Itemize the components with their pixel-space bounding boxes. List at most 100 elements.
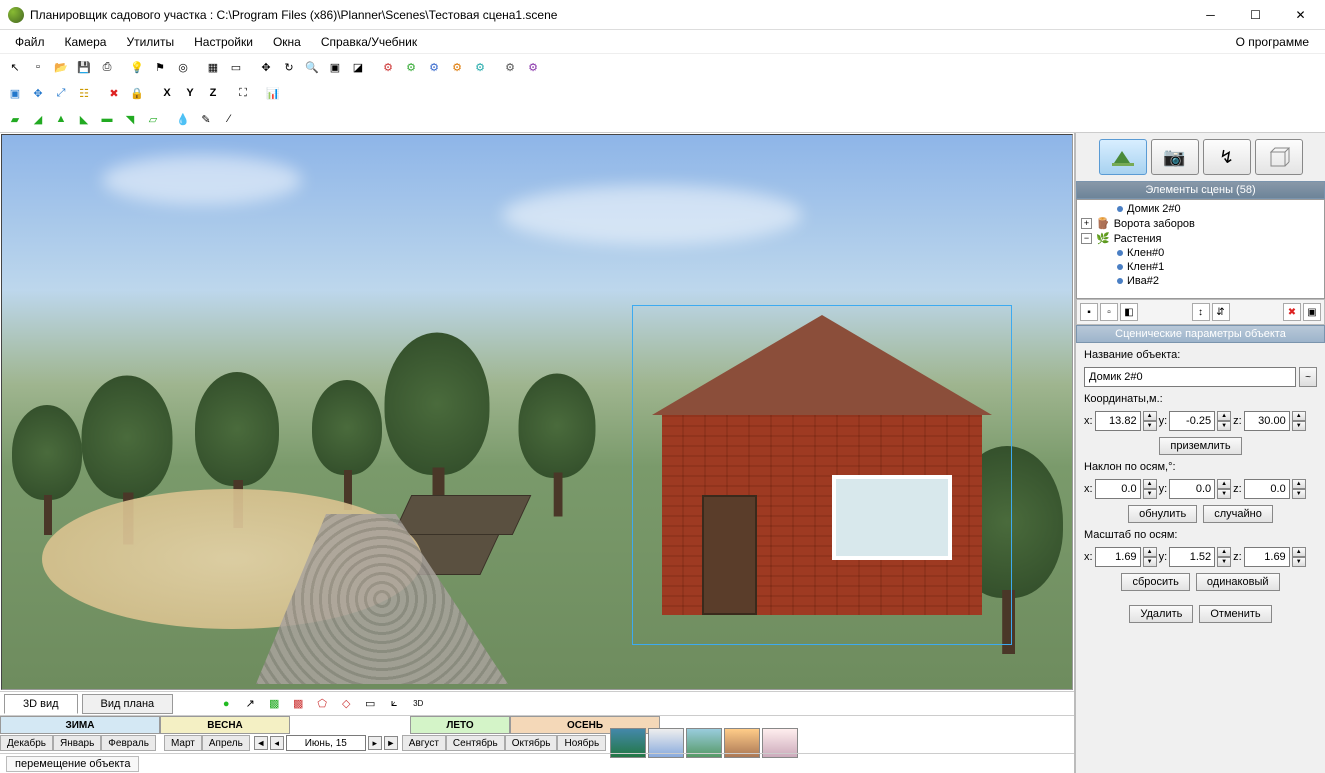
zero-button[interactable]: обнулить: [1128, 505, 1197, 523]
tree-item-willow2[interactable]: Ива#2: [1079, 274, 1322, 288]
thumb2-icon[interactable]: ▩: [287, 693, 309, 715]
tree-item-house[interactable]: Домик 2#0: [1079, 202, 1322, 216]
resize-icon[interactable]: ⤢: [50, 82, 72, 104]
mode-camera-button[interactable]: 📷: [1151, 139, 1199, 175]
delete-icon[interactable]: ✖: [103, 82, 125, 104]
season-spring[interactable]: ВЕСНА: [160, 716, 290, 734]
shape2-icon[interactable]: ▭: [359, 693, 381, 715]
tilt-z-input[interactable]: [1244, 479, 1290, 499]
tilt-x-dn[interactable]: ▼: [1143, 489, 1157, 499]
save-icon[interactable]: 💾: [73, 56, 95, 78]
scale-x-input[interactable]: [1095, 547, 1141, 567]
open-icon[interactable]: 📂: [50, 56, 72, 78]
scale-z-input[interactable]: [1244, 547, 1290, 567]
zoom-icon[interactable]: 🔍: [301, 56, 323, 78]
coord-z-input[interactable]: [1244, 411, 1290, 431]
menu-settings[interactable]: Настройки: [185, 32, 262, 52]
month-prev-fast-button[interactable]: ◂: [270, 736, 284, 750]
toggle-icon[interactable]: ◪: [347, 56, 369, 78]
delete-button[interactable]: Удалить: [1129, 605, 1193, 623]
gear-red-icon[interactable]: ⚙: [377, 56, 399, 78]
random-button[interactable]: случайно: [1203, 505, 1273, 523]
water-icon[interactable]: 💧: [172, 108, 194, 130]
viewport-3d[interactable]: [1, 134, 1073, 690]
month-apr[interactable]: Апрель: [202, 735, 250, 751]
object-name-input[interactable]: [1084, 367, 1296, 387]
coord-z-dn[interactable]: ▼: [1292, 421, 1306, 431]
gear-purple-icon[interactable]: ⚙: [522, 56, 544, 78]
tilt-z-dn[interactable]: ▼: [1292, 489, 1306, 499]
month-jan[interactable]: Январь: [53, 735, 101, 751]
terrain3-icon[interactable]: ▲: [50, 108, 72, 130]
tilt-y-dn[interactable]: ▼: [1217, 489, 1231, 499]
month-next-fast-button[interactable]: ▸: [368, 736, 382, 750]
minimize-button[interactable]: ─: [1188, 1, 1233, 29]
fit-icon[interactable]: ⛶: [232, 82, 254, 104]
tree-item-fence[interactable]: +🪵Ворота заборов: [1079, 216, 1322, 231]
gear-cyan-icon[interactable]: ⚙: [469, 56, 491, 78]
month-feb[interactable]: Февраль: [101, 735, 156, 751]
scale-z-up[interactable]: ▲: [1292, 547, 1306, 557]
tilt-y-input[interactable]: [1169, 479, 1215, 499]
shape1-icon[interactable]: ◇: [335, 693, 357, 715]
terrain1-icon[interactable]: ▰: [4, 108, 26, 130]
scale-z-dn[interactable]: ▼: [1292, 557, 1306, 567]
pointer-icon[interactable]: ↖: [4, 56, 26, 78]
coord-x-input[interactable]: [1095, 411, 1141, 431]
month-prev-button[interactable]: ◄: [254, 736, 268, 750]
gear-dark-icon[interactable]: ⚙: [499, 56, 521, 78]
layers-icon[interactable]: ☷: [73, 82, 95, 104]
tilt-y-up[interactable]: ▲: [1217, 479, 1231, 489]
month-dec[interactable]: Декабрь: [0, 735, 53, 751]
save-as-icon[interactable]: ⎙: [96, 56, 118, 78]
same-button[interactable]: одинаковый: [1196, 573, 1280, 591]
terrain6-icon[interactable]: ◥: [119, 108, 141, 130]
month-next-button[interactable]: ►: [384, 736, 398, 750]
tree-btn-3[interactable]: ◧: [1120, 303, 1138, 321]
month-oct[interactable]: Октябрь: [505, 735, 558, 751]
tilt-x-input[interactable]: [1095, 479, 1141, 499]
grid-icon[interactable]: ▦: [202, 56, 224, 78]
axis-x-icon[interactable]: X: [156, 82, 178, 104]
3d-axis-icon[interactable]: ⟀: [383, 693, 405, 715]
coord-y-dn[interactable]: ▼: [1217, 421, 1231, 431]
current-date-input[interactable]: [286, 735, 366, 751]
mode-link-button[interactable]: ↯: [1203, 139, 1251, 175]
select-rect-icon[interactable]: ▭: [225, 56, 247, 78]
terrain4-icon[interactable]: ◣: [73, 108, 95, 130]
house-model[interactable]: [652, 355, 992, 635]
menu-utilities[interactable]: Утилиты: [117, 32, 183, 52]
gear-green-icon[interactable]: ⚙: [400, 56, 422, 78]
terrain5-icon[interactable]: ▬: [96, 108, 118, 130]
3d-label-icon[interactable]: 3D: [407, 693, 429, 715]
tree-item-plants[interactable]: −🌿Растения: [1079, 231, 1322, 246]
menu-camera[interactable]: Камера: [56, 32, 116, 52]
eyedropper-icon[interactable]: ✎: [195, 108, 217, 130]
brush-icon[interactable]: ⁄: [218, 108, 240, 130]
tilt-z-up[interactable]: ▲: [1292, 479, 1306, 489]
coord-y-up[interactable]: ▲: [1217, 411, 1231, 421]
menu-windows[interactable]: Окна: [264, 32, 310, 52]
polygon-icon[interactable]: ⬠: [311, 693, 333, 715]
axis-y-icon[interactable]: Y: [179, 82, 201, 104]
terrain2-icon[interactable]: ◢: [27, 108, 49, 130]
tree-btn-2[interactable]: ▫: [1100, 303, 1118, 321]
cancel-button[interactable]: Отменить: [1199, 605, 1271, 623]
tree-btn-4[interactable]: ↕: [1192, 303, 1210, 321]
month-aug[interactable]: Август: [402, 735, 446, 751]
scale-y-dn[interactable]: ▼: [1217, 557, 1231, 567]
axis-display-icon[interactable]: ↗: [239, 693, 261, 715]
mode-terrain-button[interactable]: [1099, 139, 1147, 175]
scene-tree[interactable]: Домик 2#0 +🪵Ворота заборов −🌿Растения Кл…: [1076, 199, 1325, 299]
scale-y-up[interactable]: ▲: [1217, 547, 1231, 557]
gear-blue-icon[interactable]: ⚙: [423, 56, 445, 78]
scale-x-up[interactable]: ▲: [1143, 547, 1157, 557]
menu-help[interactable]: Справка/Учебник: [312, 32, 426, 52]
tree-btn-6[interactable]: ▣: [1303, 303, 1321, 321]
tree-item-maple1[interactable]: Клен#1: [1079, 260, 1322, 274]
coord-x-dn[interactable]: ▼: [1143, 421, 1157, 431]
tree-btn-1[interactable]: ▪: [1080, 303, 1098, 321]
ground-button[interactable]: приземлить: [1159, 437, 1241, 455]
tilt-x-up[interactable]: ▲: [1143, 479, 1157, 489]
tab-plan-view[interactable]: Вид плана: [82, 694, 174, 714]
